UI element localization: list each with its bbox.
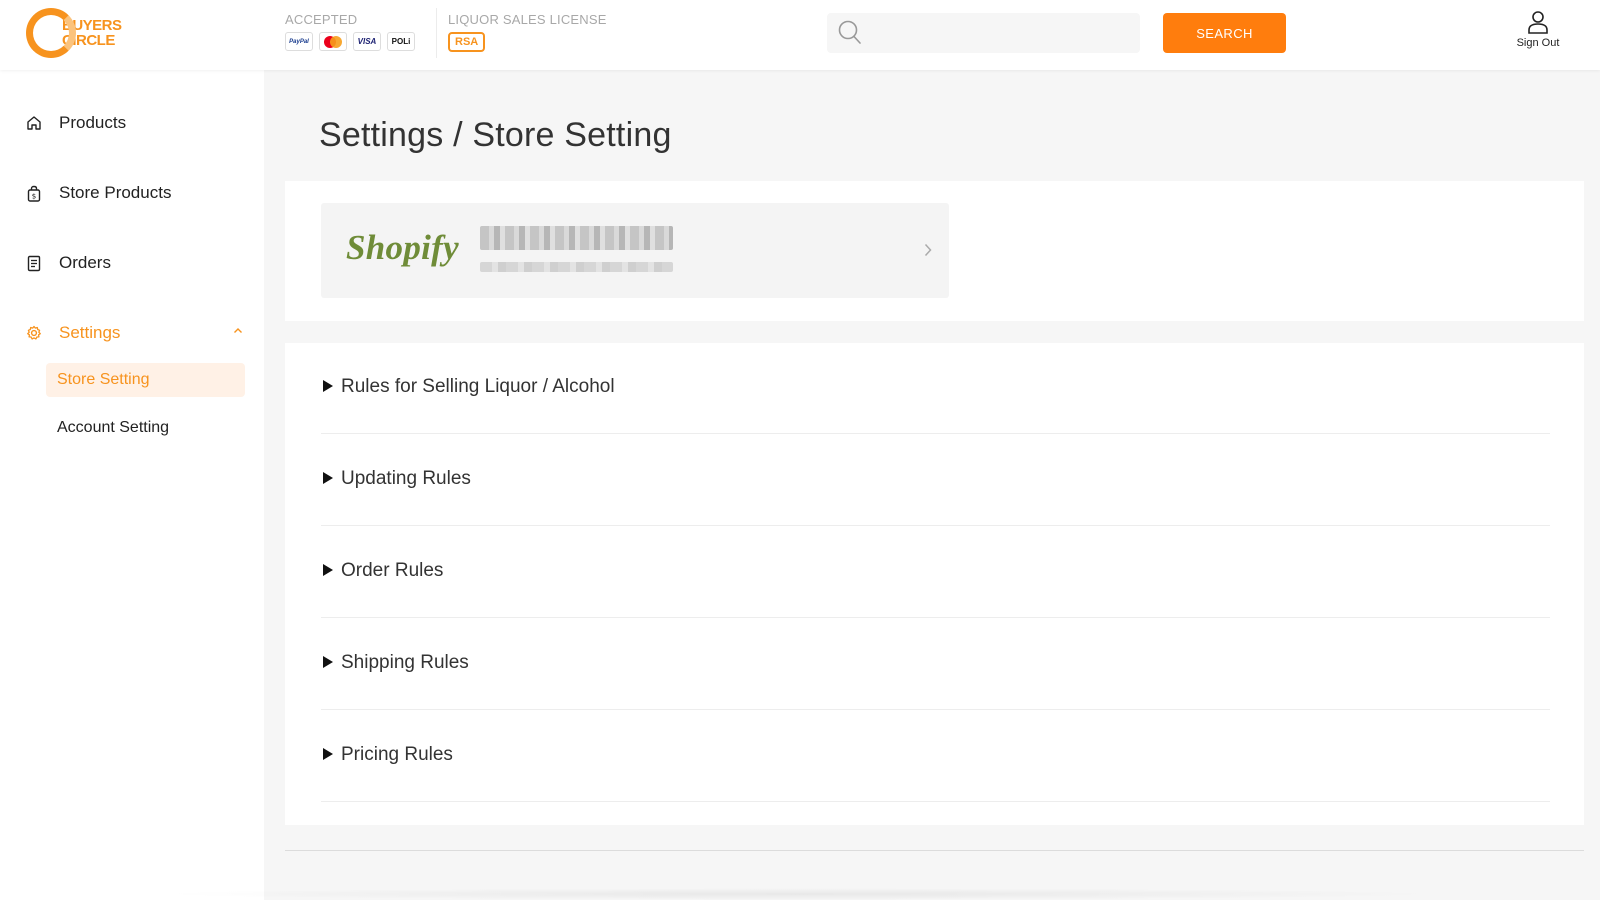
rsa-badge: RSA bbox=[448, 32, 486, 52]
sign-out-label: Sign Out bbox=[1516, 37, 1560, 49]
gear-icon bbox=[27, 325, 41, 340]
sidebar-item-label: Products bbox=[59, 113, 127, 132]
bottom-shadow bbox=[150, 888, 1450, 900]
logo-ring-icon bbox=[26, 8, 76, 58]
header-divider bbox=[436, 8, 437, 58]
rule-shipping[interactable]: Shipping Rules bbox=[321, 618, 1550, 710]
search-input[interactable] bbox=[827, 13, 1140, 53]
chevron-right-icon bbox=[924, 243, 932, 257]
buyers-circle-logo[interactable]: BUYERS CIRCLE bbox=[26, 6, 156, 60]
visa-icon: VISA bbox=[353, 32, 381, 51]
disclosure-triangle-icon bbox=[323, 472, 333, 484]
rule-label: Updating Rules bbox=[341, 468, 471, 489]
svg-text:$: $ bbox=[32, 192, 36, 200]
chevron-up-icon[interactable] bbox=[233, 327, 243, 334]
accepted-payments: ACCEPTED PayPal VISA POLi bbox=[285, 12, 415, 51]
rule-order[interactable]: Order Rules bbox=[321, 526, 1550, 618]
rule-selling-liquor[interactable]: Rules for Selling Liquor / Alcohol bbox=[321, 342, 1550, 434]
home-icon bbox=[27, 116, 41, 130]
store-url-redacted bbox=[480, 262, 673, 272]
sidebar-item-settings[interactable]: Settings bbox=[26, 318, 120, 348]
sidebar-item-store-products[interactable]: $ Store Products bbox=[26, 178, 171, 208]
rule-label: Pricing Rules bbox=[341, 744, 453, 765]
license-label: LIQUOR SALES LICENSE bbox=[448, 12, 607, 27]
sign-out-button[interactable]: Sign Out bbox=[1498, 10, 1578, 49]
content-divider bbox=[285, 850, 1584, 851]
mastercard-icon bbox=[319, 32, 347, 51]
disclosure-triangle-icon bbox=[323, 564, 333, 576]
receipt-icon bbox=[27, 255, 41, 271]
disclosure-triangle-icon bbox=[323, 748, 333, 760]
paypal-icon: PayPal bbox=[285, 32, 313, 51]
disclosure-triangle-icon bbox=[323, 656, 333, 668]
top-header: BUYERS CIRCLE ACCEPTED PayPal VISA POLi … bbox=[0, 0, 1600, 70]
user-icon bbox=[1528, 11, 1548, 34]
accepted-label: ACCEPTED bbox=[285, 12, 358, 27]
poli-icon: POLi bbox=[387, 32, 415, 51]
sidebar-item-label: Orders bbox=[59, 253, 111, 272]
search-button[interactable]: SEARCH bbox=[1163, 13, 1286, 53]
store-name-redacted bbox=[480, 226, 673, 250]
sidebar-item-products[interactable]: Products bbox=[26, 108, 126, 138]
rule-updating[interactable]: Updating Rules bbox=[321, 434, 1550, 526]
sidebar-item-label: Store Products bbox=[59, 183, 172, 202]
search-icon bbox=[838, 20, 861, 44]
rule-label: Rules for Selling Liquor / Alcohol bbox=[341, 376, 615, 397]
rule-pricing[interactable]: Pricing Rules bbox=[321, 710, 1550, 802]
page-title: Settings / Store Setting bbox=[319, 116, 672, 154]
shopping-bag-icon: $ bbox=[27, 185, 41, 202]
disclosure-triangle-icon bbox=[323, 380, 333, 392]
sidebar-subitem-store-setting[interactable]: Store Setting bbox=[46, 363, 245, 397]
rule-label: Shipping Rules bbox=[341, 652, 469, 673]
sidebar-item-label: Settings bbox=[59, 323, 121, 342]
shopify-logo: Shopify bbox=[346, 228, 459, 267]
rule-label: Order Rules bbox=[341, 560, 444, 581]
sidebar-item-orders[interactable]: Orders bbox=[26, 248, 111, 278]
liquor-license: LIQUOR SALES LICENSE RSA bbox=[448, 12, 607, 52]
sidebar-subitem-account-setting[interactable]: Account Setting bbox=[46, 411, 245, 445]
